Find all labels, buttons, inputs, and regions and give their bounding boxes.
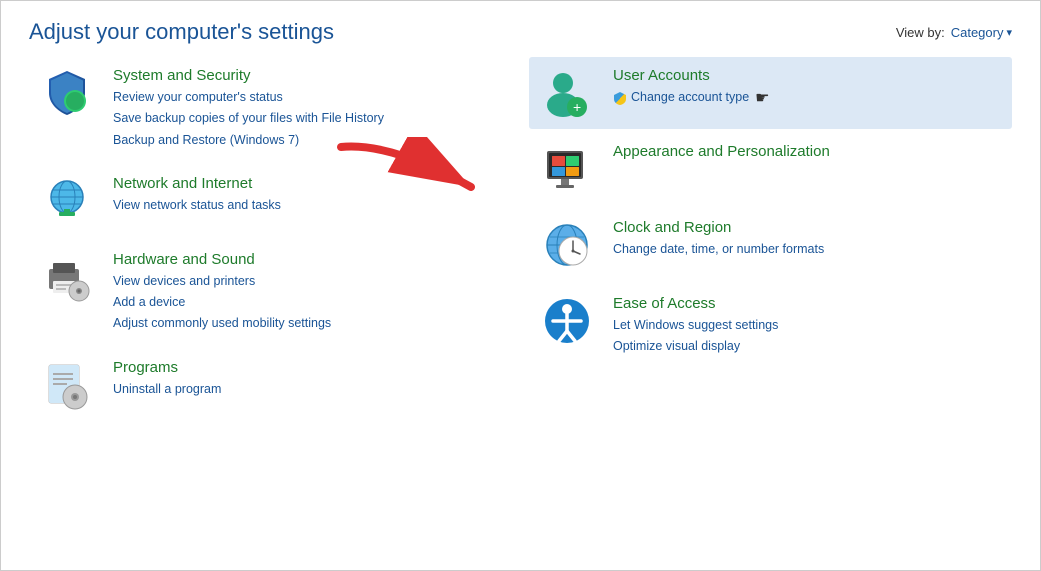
view-by-label: View by:: [896, 25, 945, 40]
category-hardware: Hardware and Sound View devices and prin…: [29, 241, 529, 345]
category-appearance: Appearance and Personalization: [529, 133, 1012, 205]
appearance-title: Appearance and Personalization: [613, 143, 1004, 160]
programs-text: Programs Uninstall a program: [113, 359, 521, 400]
network-icon-container: [37, 175, 97, 227]
category-system-security: System and Security Review your computer…: [29, 57, 529, 161]
svg-text:+: +: [573, 99, 581, 115]
network-icon: [41, 175, 93, 227]
hardware-icon-container: [37, 251, 97, 303]
category-clock: Clock and Region Change date, time, or n…: [529, 209, 1012, 281]
right-column: + User Accounts: [529, 57, 1012, 425]
change-account-container: Change account type ☛: [613, 87, 1004, 108]
view-by-control: View by: Category: [896, 25, 1012, 40]
programs-icon-container: [37, 359, 97, 411]
system-security-icon-container: [37, 67, 97, 119]
hardware-link-2[interactable]: Add a device: [113, 292, 521, 313]
appearance-text: Appearance and Personalization: [613, 143, 1004, 163]
uac-shield-icon: [613, 91, 627, 105]
appearance-icon: [541, 143, 593, 195]
left-column: System and Security Review your computer…: [29, 57, 529, 425]
category-programs: Programs Uninstall a program: [29, 349, 529, 421]
hardware-title: Hardware and Sound: [113, 251, 521, 268]
ease-title: Ease of Access: [613, 295, 1004, 312]
clock-text: Clock and Region Change date, time, or n…: [613, 219, 1004, 260]
category-user-accounts: + User Accounts: [529, 57, 1012, 129]
hardware-icon: [41, 251, 93, 303]
network-title: Network and Internet: [113, 175, 521, 192]
hardware-link-1[interactable]: View devices and printers: [113, 271, 521, 292]
ease-of-access-icon: [541, 295, 593, 347]
page-header: Adjust your computer's settings View by:…: [1, 1, 1040, 57]
cursor-pointer-icon: ☛: [755, 88, 769, 108]
category-network: Network and Internet View network status…: [29, 165, 529, 237]
system-security-link-2[interactable]: Save backup copies of your files with Fi…: [113, 108, 521, 129]
hardware-link-3[interactable]: Adjust commonly used mobility settings: [113, 313, 521, 334]
system-security-icon: [41, 67, 93, 119]
ease-link-2[interactable]: Optimize visual display: [613, 336, 1004, 357]
clock-title: Clock and Region: [613, 219, 1004, 236]
ease-text: Ease of Access Let Windows suggest setti…: [613, 295, 1004, 358]
programs-icon: [41, 359, 93, 411]
page-title: Adjust your computer's settings: [29, 19, 334, 45]
change-account-type-link[interactable]: Change account type: [631, 87, 749, 108]
clock-icon-container: [537, 219, 597, 271]
user-accounts-icon-container: +: [537, 67, 597, 119]
columns-container: System and Security Review your computer…: [1, 57, 1040, 445]
category-ease-of-access: Ease of Access Let Windows suggest setti…: [529, 285, 1012, 368]
user-accounts-icon: +: [541, 67, 593, 119]
system-security-link-3[interactable]: Backup and Restore (Windows 7): [113, 130, 521, 151]
programs-title: Programs: [113, 359, 521, 376]
ease-icon-container: [537, 295, 597, 347]
system-security-title: System and Security: [113, 67, 521, 84]
hardware-text: Hardware and Sound View devices and prin…: [113, 251, 521, 335]
ease-link-1[interactable]: Let Windows suggest settings: [613, 315, 1004, 336]
network-text: Network and Internet View network status…: [113, 175, 521, 216]
view-by-dropdown[interactable]: Category: [951, 25, 1012, 40]
main-content: System and Security Review your computer…: [1, 57, 1040, 445]
programs-link-1[interactable]: Uninstall a program: [113, 379, 521, 400]
network-link-1[interactable]: View network status and tasks: [113, 195, 521, 216]
user-accounts-title: User Accounts: [613, 67, 1004, 84]
clock-region-icon: [541, 219, 593, 271]
system-security-text: System and Security Review your computer…: [113, 67, 521, 151]
clock-link-1[interactable]: Change date, time, or number formats: [613, 239, 1004, 260]
appearance-icon-container: [537, 143, 597, 195]
system-security-link-1[interactable]: Review your computer's status: [113, 87, 521, 108]
user-accounts-text: User Accounts: [613, 67, 1004, 108]
